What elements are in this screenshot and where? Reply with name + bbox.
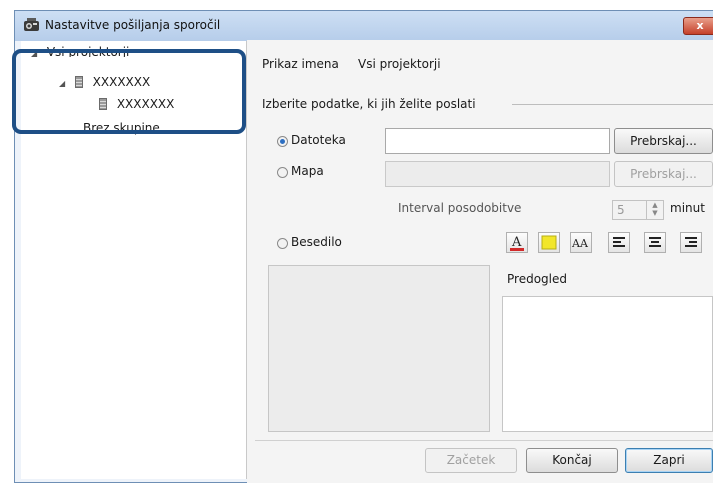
font-color-button[interactable]: A — [506, 232, 528, 253]
folder-browse-button[interactable]: Prebrskaj... — [614, 161, 713, 187]
align-left-icon — [613, 237, 625, 247]
file-radio[interactable] — [277, 136, 288, 147]
close-button[interactable]: Zapri — [625, 448, 713, 473]
text-radio[interactable] — [277, 238, 288, 249]
tree-highlight-frame — [12, 49, 246, 134]
highlight-color-button[interactable] — [538, 232, 560, 253]
interval-spinner[interactable]: 5 ▲ ▼ — [612, 200, 664, 220]
align-center-button[interactable] — [644, 232, 666, 253]
interval-value[interactable]: 5 — [617, 203, 625, 217]
font-size-icon: AA — [571, 237, 589, 250]
section-divider — [512, 104, 713, 105]
file-label[interactable]: Datoteka — [291, 133, 346, 147]
folder-radio[interactable] — [277, 167, 288, 178]
font-color-icon: A — [510, 235, 524, 251]
svg-text:AA: AA — [571, 237, 589, 250]
align-right-icon — [685, 237, 697, 247]
preview-label: Predogled — [507, 272, 567, 286]
title-bar: Nastavitve pošiljanja sporočil x — [15, 11, 713, 41]
folder-label[interactable]: Mapa — [291, 164, 324, 178]
folder-path-input[interactable] — [385, 161, 610, 187]
font-size-button[interactable]: AA — [570, 232, 592, 253]
spinner-arrows-icon[interactable]: ▲ ▼ — [646, 201, 663, 219]
footer-divider — [255, 440, 713, 441]
start-button[interactable]: Začetek — [425, 448, 517, 473]
display-name-value: Vsi projektorji — [358, 57, 441, 71]
window-title: Nastavitve pošiljanja sporočil — [45, 18, 221, 32]
interval-label: Interval posodobitve — [398, 201, 522, 215]
file-browse-button[interactable]: Prebrskaj... — [614, 128, 713, 154]
svg-text:A: A — [511, 235, 522, 250]
align-center-icon — [649, 237, 661, 247]
message-text-input[interactable] — [268, 265, 490, 432]
align-right-button[interactable] — [680, 232, 702, 253]
align-left-button[interactable] — [608, 232, 630, 253]
close-window-button[interactable]: x — [683, 17, 713, 35]
file-path-input[interactable] — [385, 128, 610, 154]
finish-button[interactable]: Končaj — [526, 448, 618, 473]
interval-unit: minut — [670, 201, 705, 215]
highlight-color-icon — [541, 235, 557, 250]
text-label[interactable]: Besedilo — [291, 235, 342, 249]
preview-area — [502, 296, 713, 432]
section-title: Izberite podatke, ki jih želite poslati — [262, 97, 476, 111]
projector-app-icon — [24, 18, 39, 31]
display-name-label: Prikaz imena — [262, 57, 339, 71]
